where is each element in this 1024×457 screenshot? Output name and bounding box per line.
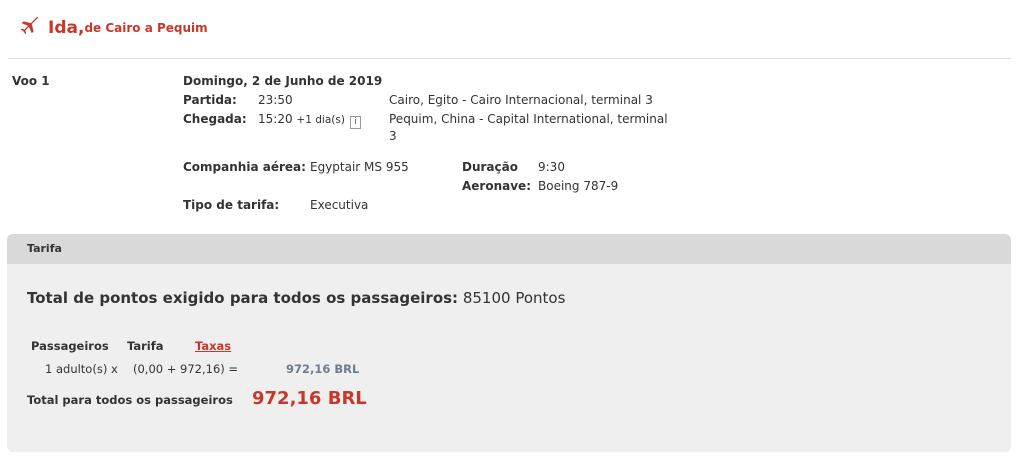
fare-panel-title: Tarifa: [7, 234, 1011, 264]
duration-value: 9:30: [538, 160, 565, 174]
total-points-value: 85100 Pontos: [462, 289, 566, 307]
info-icon[interactable]: i: [349, 116, 361, 129]
column-passengers: Passageiros: [31, 339, 109, 353]
aircraft-label: Aeronave:: [462, 179, 531, 193]
column-fare: Tarifa: [127, 339, 164, 353]
arrival-time-group: 15:20 +1 dia(s) i: [258, 112, 361, 129]
departure-label: Partida:: [183, 93, 237, 107]
departure-place: Cairo, Egito - Cairo Internacional, term…: [389, 93, 653, 107]
fare-type-value: Executiva: [310, 198, 369, 212]
fare-type-label: Tipo de tarifa:: [183, 198, 280, 212]
fare-panel: Tarifa Total de pontos exigido para todo…: [7, 234, 1011, 452]
flight-header: Ida, de Cairo a Pequim: [18, 8, 208, 48]
arrival-time: 15:20: [258, 112, 293, 126]
route-subtitle: de Cairo a Pequim: [84, 21, 208, 35]
taxes-link[interactable]: Taxas: [195, 339, 231, 353]
total-points: Total de pontos exigido para todos os pa…: [27, 289, 565, 307]
flight-label: Voo 1: [12, 74, 50, 88]
arrival-label: Chegada:: [183, 112, 247, 126]
airplane-icon: [20, 16, 39, 35]
airline-label: Companhia aérea:: [183, 160, 306, 174]
flight-date: Domingo, 2 de Junho de 2019: [183, 74, 383, 88]
duration-label: Duração: [462, 160, 518, 174]
arrival-plus-days: +1 dia(s): [296, 114, 345, 126]
total-points-label: Total de pontos exigido para todos os pa…: [27, 289, 459, 307]
fare-subtotal: 972,16 BRL: [286, 362, 360, 376]
direction-title: Ida,: [48, 18, 85, 38]
fare-formula: (0,00 + 972,16) =: [133, 362, 239, 376]
passenger-count: 1 adulto(s) x: [45, 362, 118, 376]
arrival-place: Pequim, China - Capital International, t…: [389, 112, 668, 143]
grand-total-value: 972,16 BRL: [252, 388, 367, 409]
header-divider: [8, 58, 1011, 59]
airline-value: Egyptair MS 955: [310, 160, 409, 174]
grand-total-label: Total para todos os passageiros: [27, 393, 233, 407]
departure-time: 23:50: [258, 93, 293, 107]
aircraft-value: Boeing 787-9: [538, 179, 619, 193]
